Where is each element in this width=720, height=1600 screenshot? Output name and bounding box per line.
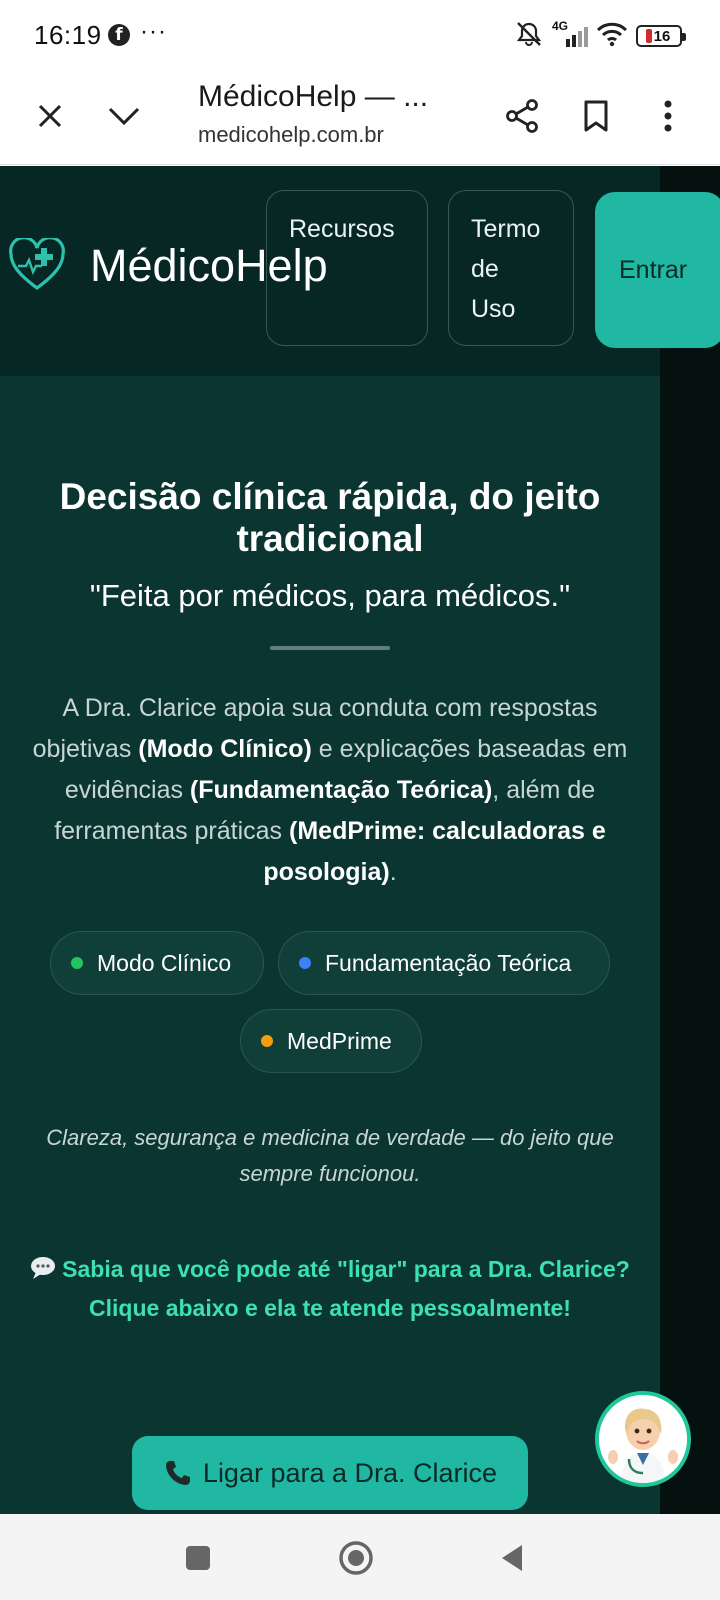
- desc-fundamentacao: (Fundamentação Teórica): [189, 776, 493, 804]
- status-bar: 16:19 f ··· 4G 16: [0, 0, 720, 70]
- desc-modo-clinico: (Modo Clínico): [138, 735, 312, 763]
- feature-pill-modo-clinico[interactable]: Modo Clínico: [50, 931, 264, 995]
- dra-clarice-avatar[interactable]: [595, 1391, 691, 1487]
- browser-url[interactable]: medicohelp.com.br: [198, 122, 384, 148]
- bookmark-icon[interactable]: [572, 92, 620, 140]
- feature-pill-fundamentacao[interactable]: Fundamentação Teórica: [278, 931, 610, 995]
- back-icon[interactable]: [494, 1540, 530, 1576]
- entrar-button[interactable]: Entrar: [595, 192, 720, 348]
- orange-dot-icon: [261, 1035, 273, 1047]
- network-type: 4G: [552, 19, 569, 33]
- close-icon[interactable]: [26, 92, 74, 140]
- recents-icon[interactable]: [180, 1540, 216, 1576]
- desc-medprime: (MedPrime: calculadoras e posologia): [263, 817, 606, 886]
- browser-toolbar: MédicoHelp — ... medicohelp.com.br: [0, 70, 720, 165]
- nav-recursos-button[interactable]: Recursos: [266, 190, 428, 346]
- phone-icon: [163, 1458, 193, 1488]
- hero-subtitle: "Feita por médicos, para médicos.": [89, 578, 571, 613]
- feature-label: Fundamentação Teórica: [325, 949, 572, 976]
- entrar-label: Entrar: [619, 255, 688, 284]
- status-icons: 4G 16: [514, 19, 686, 52]
- more-vert-icon[interactable]: [644, 92, 692, 140]
- call-button-label: Ligar para a Dra. Clarice: [202, 1457, 498, 1488]
- heart-medical-logo-icon: [8, 236, 66, 292]
- feature-label: Modo Clínico: [97, 949, 232, 976]
- callout-line-2: Clique abaixo e ela te atende pessoalmen…: [89, 1295, 571, 1321]
- desc-text-4: .: [389, 858, 397, 886]
- page-overflow-strip: [660, 166, 720, 1514]
- tagline: Clareza, segurança e medicina de verdade…: [46, 1125, 614, 1186]
- hero-title: Decisão clínica rápida, do jeito tradici…: [59, 476, 601, 559]
- nav-termo-label-line2: de: [471, 255, 499, 283]
- web-content: MédicoHelp Recursos Termo de Uso Entrar …: [0, 166, 720, 1514]
- battery-icon: 16: [636, 25, 686, 47]
- home-icon[interactable]: [338, 1540, 374, 1576]
- wifi-icon: [596, 21, 628, 52]
- more-notifications-indicator: ···: [140, 18, 167, 45]
- status-time: 16:19: [34, 20, 102, 50]
- facebook-icon: f: [108, 24, 130, 46]
- system-navigation-bar: [0, 1514, 720, 1600]
- nav-termo-de-uso-button[interactable]: Termo de Uso: [448, 190, 574, 346]
- site-header: MédicoHelp Recursos Termo de Uso Entrar: [0, 166, 720, 376]
- nav-recursos-label: Recursos: [289, 215, 395, 243]
- green-dot-icon: [71, 957, 83, 969]
- share-icon[interactable]: [498, 92, 546, 140]
- mute-icon: [514, 21, 544, 52]
- call-dra-clarice-button[interactable]: Ligar para a Dra. Clarice: [132, 1436, 528, 1510]
- call-callout: Sabia que você pode até "ligar" para a D…: [30, 1251, 630, 1326]
- signal-icon: 4G: [552, 19, 588, 49]
- feature-pill-medprime[interactable]: MedPrime: [240, 1009, 422, 1073]
- callout-line-1: Sabia que você pode até "ligar" para a D…: [30, 1251, 630, 1290]
- speech-bubble-icon: [30, 1254, 56, 1290]
- chevron-down-icon[interactable]: [100, 92, 148, 140]
- hero-divider: [270, 646, 390, 650]
- battery-level: 16: [653, 27, 671, 45]
- nav-termo-label-line3: Uso: [471, 295, 516, 323]
- callout-text-1: Sabia que você pode até "ligar" para a D…: [62, 1256, 630, 1282]
- browser-page-title: MédicoHelp — ...: [198, 80, 429, 113]
- nav-termo-label-line1: Termo: [471, 215, 541, 243]
- hero-description: A Dra. Clarice apoia sua conduta com res…: [24, 688, 636, 893]
- feature-label: MedPrime: [287, 1027, 392, 1054]
- blue-dot-icon: [299, 957, 311, 969]
